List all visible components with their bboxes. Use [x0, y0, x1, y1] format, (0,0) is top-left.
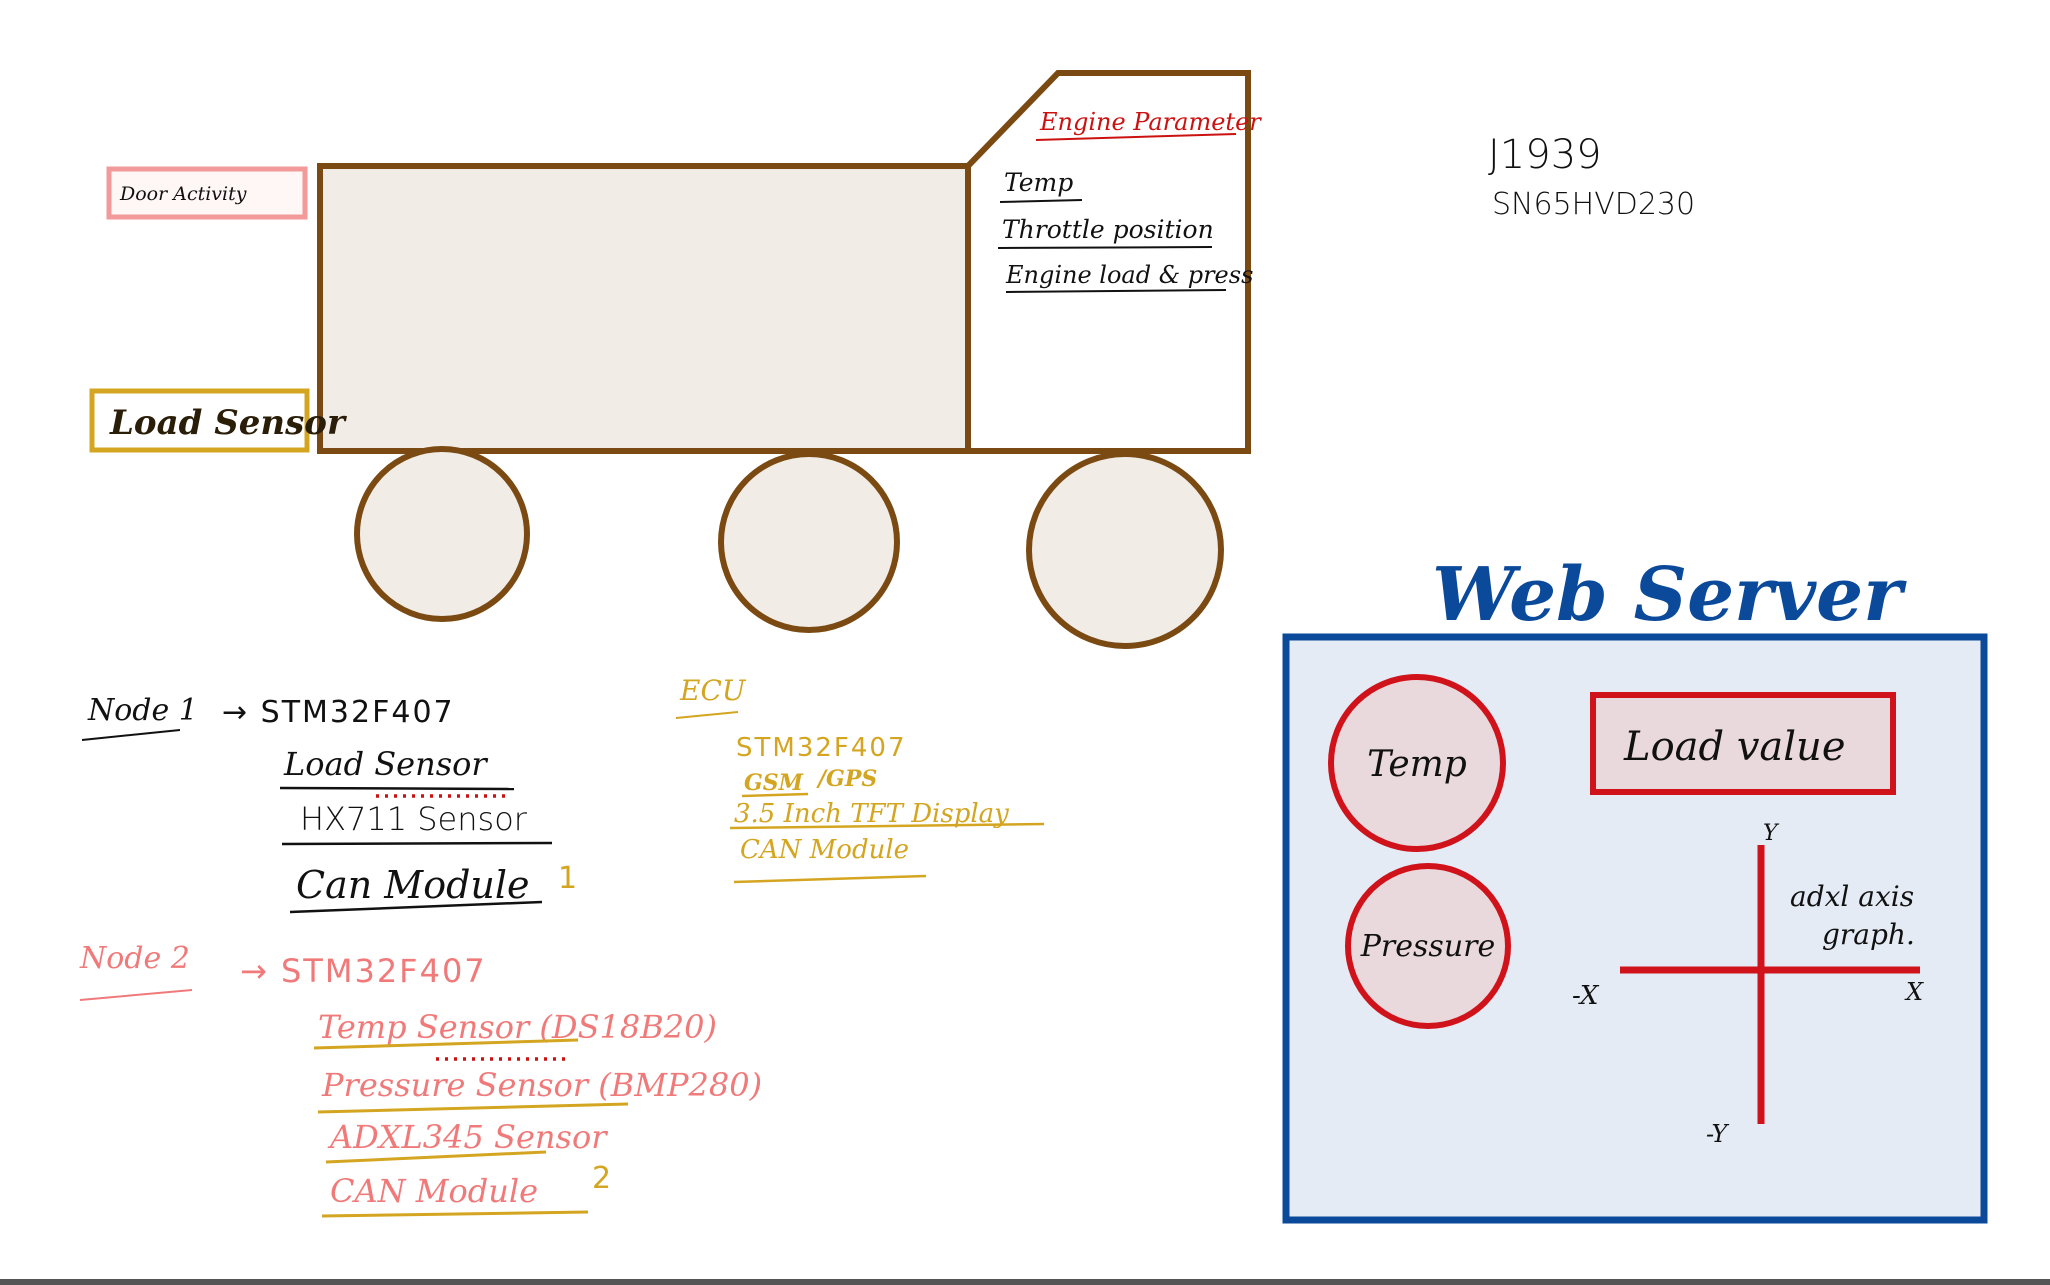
ecu-item-can: CAN Module [740, 835, 909, 865]
axis-note-line2: graph. [1822, 918, 1915, 951]
protocol-j1939: J1939 [1488, 132, 1602, 178]
web-server: Web Server Temp Pressure Load value Y -Y… [1282, 552, 1988, 1224]
truck-cargo-body [317, 163, 971, 454]
engine-param-temp: Temp [1004, 168, 1073, 197]
node2-label: Node 2 [79, 941, 190, 976]
pressure-gauge-label: Pressure [1360, 929, 1496, 964]
load-sensor-label: Load Sensor [109, 403, 347, 443]
engine-param-load-press: Engine load & press [1005, 261, 1253, 289]
web-server-title: Web Server [1432, 552, 1907, 638]
node1-item-can: Can Module [296, 863, 530, 907]
engine-param-throttle-underline [997, 246, 1213, 249]
protocol-transceiver: SN65HVD230 [1492, 187, 1695, 222]
bottom-edge-bar [0, 1279, 2050, 1285]
axis-minus-x: -X [1572, 981, 1600, 1011]
ecu-item-can-underline [733, 874, 927, 884]
truck-wheel-front [354, 446, 530, 622]
ecu-label: ECU [679, 674, 747, 707]
truck-wheel-rear [1026, 451, 1224, 649]
node1-item-load-sensor: Load Sensor [283, 745, 488, 783]
node2-item-can-underline [321, 1210, 589, 1218]
node2: Node 2 → STM32F407 Temp Sensor (DS18B20)… [79, 941, 762, 1218]
node1-item-hx711-underline [281, 841, 553, 846]
ecu: ECU STM32F407 GSM /GPS 3.5 Inch TFT Disp… [675, 674, 1045, 884]
truck-wheel-middle [718, 451, 900, 633]
diagram-canvas: Door Activity Load Sensor Engine Paramet… [79, 70, 1988, 1224]
axis-plus-x: X [1904, 978, 1924, 1006]
engine-parameter-title: Engine Parameter [1039, 108, 1262, 136]
node1-item-load-underline [279, 786, 515, 791]
node1: Node 1 → STM32F407 Load Sensor HX711 Sen… [81, 693, 577, 914]
ecu-gsm: GSM [744, 770, 804, 796]
node2-item-temp: Temp Sensor (DS18B20) [318, 1008, 717, 1046]
node1-label: Node 1 [87, 693, 198, 728]
axis-plus-y: Y [1763, 821, 1780, 846]
node2-mcu: → STM32F407 [240, 952, 487, 990]
node2-label-underline [79, 989, 193, 1001]
ecu-gps: /GPS [816, 766, 877, 792]
node2-suffix: 2 [592, 1161, 611, 1196]
ecu-label-underline [675, 711, 739, 719]
ecu-mcu: STM32F407 [736, 733, 906, 763]
node1-suffix: 1 [558, 861, 577, 896]
temp-gauge-label: Temp [1367, 744, 1467, 785]
node2-item-can: CAN Module [330, 1172, 538, 1210]
node2-item-pressure: Pressure Sensor (BMP280) [321, 1066, 762, 1104]
node1-label-underline [81, 729, 181, 741]
node1-item-hx711: HX711 Sensor [300, 800, 528, 838]
load-value-label: Load value [1623, 724, 1845, 770]
engine-param-throttle: Throttle position [1002, 215, 1214, 244]
protocol-note: J1939 SN65HVD230 [1488, 132, 1695, 222]
node2-item-pressure-underline [317, 1102, 629, 1114]
axis-minus-y: -Y [1706, 1120, 1729, 1148]
truck: Door Activity Load Sensor Engine Paramet… [89, 70, 1262, 649]
door-activity-label: Door Activity [119, 183, 247, 205]
axis-note-line1: adxl axis [1790, 880, 1914, 913]
node1-mcu: → STM32F407 [222, 695, 455, 730]
node2-item-adxl: ADXL345 Sensor [327, 1118, 608, 1156]
